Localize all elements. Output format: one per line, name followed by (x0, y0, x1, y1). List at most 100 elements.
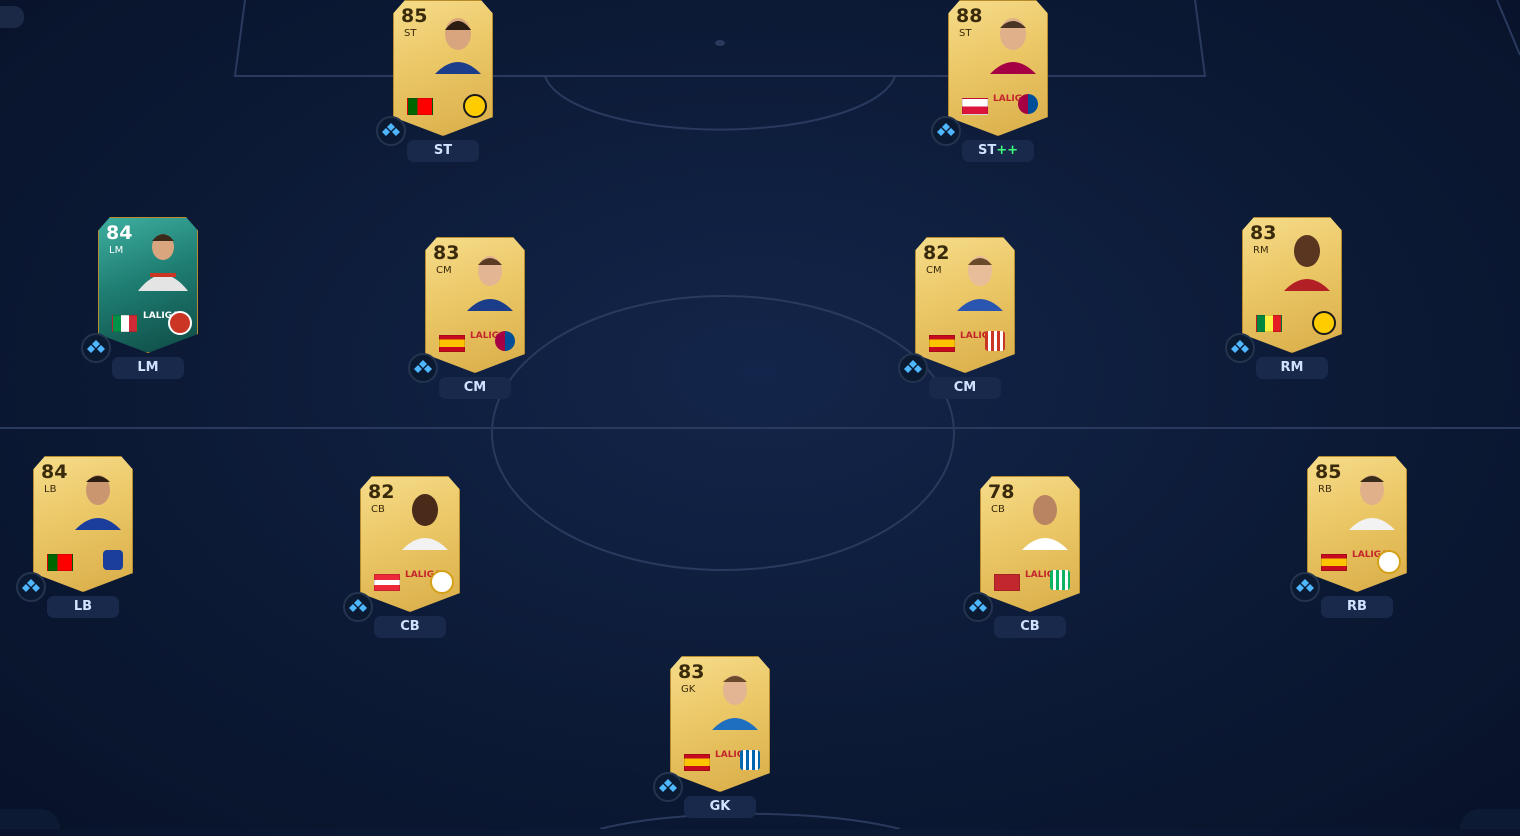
player-portrait-icon (990, 18, 1036, 74)
player-position: LB (44, 484, 57, 495)
player-portrait-icon (75, 475, 121, 530)
player-card[interactable]: 78 CB LALIGA (980, 476, 1080, 612)
player-rating: 83 (678, 661, 705, 683)
nation-flag-icon (962, 98, 988, 115)
player-portrait-icon (712, 675, 758, 730)
player-portrait-icon (467, 256, 513, 311)
chemistry-icon[interactable] (343, 592, 373, 622)
player-slot-gk[interactable]: 83 GK LALIGA GK (650, 656, 790, 836)
nation-flag-icon (684, 754, 710, 771)
player-card[interactable]: 88 ST LALIGA (948, 0, 1048, 136)
player-position: CM (436, 265, 452, 276)
player-rating: 84 (106, 222, 133, 244)
player-card[interactable]: 83 RM (1242, 217, 1342, 353)
player-position: CB (371, 504, 385, 515)
corner-right (1460, 809, 1520, 829)
club-badge-icon (463, 94, 487, 118)
player-rating: 78 (988, 481, 1015, 503)
position-label: LB (47, 596, 119, 618)
chemistry-icon[interactable] (16, 572, 46, 602)
club-badge-icon (103, 550, 123, 570)
player-position: ST (959, 28, 972, 39)
chemistry-icon[interactable] (931, 116, 961, 146)
player-card[interactable]: 84 LB (33, 456, 133, 592)
club-badge-icon (740, 750, 760, 770)
player-slot-cb-right[interactable]: 78 CB LALIGA CB (960, 476, 1100, 656)
player-card[interactable]: 82 CM LALIGA (915, 237, 1015, 373)
player-position: GK (681, 684, 696, 695)
player-rating: 83 (433, 242, 460, 264)
club-badge-icon (495, 331, 515, 351)
player-rating: 83 (1250, 222, 1277, 244)
position-label: CB (374, 616, 446, 638)
club-badge-icon (985, 331, 1005, 351)
player-rating: 85 (401, 5, 428, 27)
chemistry-icon[interactable] (898, 353, 928, 383)
club-badge-icon (430, 570, 454, 594)
nation-flag-icon (929, 335, 955, 352)
player-card[interactable]: 85 RB LALIGA (1307, 456, 1407, 592)
player-portrait-icon (1022, 495, 1068, 550)
club-badge-icon (1050, 570, 1070, 590)
player-rating: 82 (923, 242, 950, 264)
chemistry-icon[interactable] (81, 333, 111, 363)
position-label: RM (1256, 357, 1328, 379)
nation-flag-icon (439, 335, 465, 352)
chemistry-icon[interactable] (376, 116, 406, 146)
player-slot-lm[interactable]: 84 LM LALIGA LM (78, 217, 218, 397)
chemistry-icon[interactable] (653, 772, 683, 802)
player-rating: 82 (368, 481, 395, 503)
player-position: ST (404, 28, 417, 39)
player-position: RB (1318, 484, 1332, 495)
player-slot-rb[interactable]: 85 RB LALIGA RB (1287, 456, 1427, 636)
nation-flag-icon (47, 554, 73, 571)
player-rating: 84 (41, 461, 68, 483)
player-portrait-icon (138, 234, 188, 291)
player-slot-st-left[interactable]: 85 ST ST (373, 0, 513, 180)
position-label: ST (407, 140, 479, 162)
player-position: CB (991, 504, 1005, 515)
chemistry-icon[interactable] (408, 353, 438, 383)
player-slot-cb-left[interactable]: 82 CB LALIGA CB (340, 476, 480, 656)
nation-flag-icon (994, 574, 1020, 591)
player-portrait-icon (1349, 475, 1395, 530)
corner-tab (0, 6, 24, 28)
position-label: RB (1321, 596, 1393, 618)
position-label: CM (439, 377, 511, 399)
player-rating: 85 (1315, 461, 1342, 483)
player-portrait-icon (435, 18, 481, 74)
player-portrait-icon (957, 256, 1003, 311)
player-card[interactable]: 83 CM LALIGA (425, 237, 525, 373)
player-position: RM (1253, 245, 1269, 256)
club-badge-icon (168, 311, 192, 335)
chemistry-icon[interactable] (1290, 572, 1320, 602)
nation-flag-icon (1321, 554, 1347, 571)
corner-left (0, 809, 60, 829)
player-slot-cm-right[interactable]: 82 CM LALIGA CM (895, 237, 1035, 417)
club-badge-icon (1377, 550, 1401, 574)
player-card[interactable]: 84 LM LALIGA (98, 217, 198, 353)
player-rating: 88 (956, 5, 983, 27)
nation-flag-icon (374, 574, 400, 591)
nation-flag-icon (1256, 315, 1282, 332)
player-slot-st-right[interactable]: 88 ST LALIGA ST++ (928, 0, 1068, 180)
player-slot-cm-left[interactable]: 83 CM LALIGA CM (405, 237, 545, 417)
player-slot-lb[interactable]: 84 LB LB (13, 456, 153, 636)
player-portrait-icon (1284, 235, 1330, 291)
player-card[interactable]: 82 CB LALIGA (360, 476, 460, 612)
player-card[interactable]: 83 GK LALIGA (670, 656, 770, 792)
player-position: LM (109, 245, 124, 256)
chemistry-icon[interactable] (963, 592, 993, 622)
player-portrait-icon (402, 494, 448, 550)
nation-flag-icon (112, 315, 138, 332)
position-label: ST++ (962, 140, 1034, 162)
club-badge-icon (1018, 94, 1038, 114)
chemistry-icon[interactable] (1225, 333, 1255, 363)
position-label: CM (929, 377, 1001, 399)
player-position: CM (926, 265, 942, 276)
player-card[interactable]: 85 ST (393, 0, 493, 136)
club-badge-icon (1312, 311, 1336, 335)
player-slot-rm[interactable]: 83 RM RM (1222, 217, 1362, 397)
position-label: CB (994, 616, 1066, 638)
nation-flag-icon (407, 98, 433, 115)
